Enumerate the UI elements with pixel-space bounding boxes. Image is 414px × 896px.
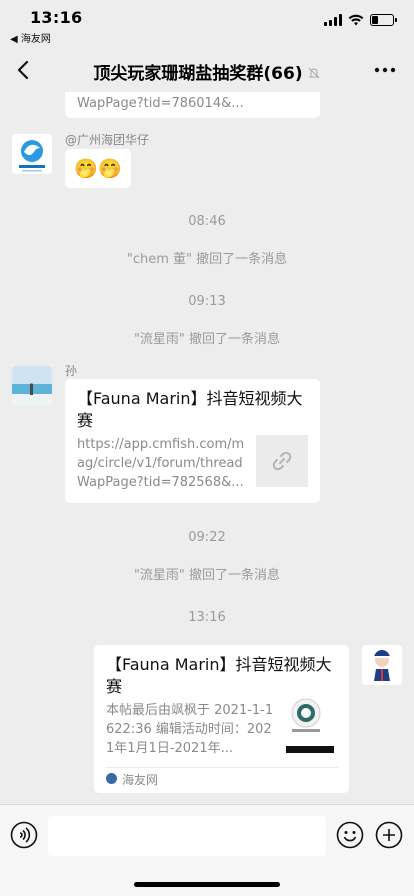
emoji-icon[interactable] <box>336 821 364 849</box>
status-bar: 13:16 ◀ 海友网 <box>0 0 414 45</box>
plus-icon[interactable] <box>375 821 403 849</box>
beach-photo-icon <box>12 366 52 406</box>
battery-level <box>372 16 378 24</box>
card-divider <box>106 767 338 768</box>
message-list[interactable]: WapPage?tid=786014&... @广州海团华仔 🤭🤭 08:46 … <box>0 92 414 804</box>
avatar[interactable] <box>12 134 52 174</box>
chat-header: 顶尖玩家珊瑚盐抽奖群(66) <box>0 48 414 92</box>
message-input[interactable] <box>48 816 326 856</box>
link-card-title: 【Fauna Marin】抖音短视频大赛 <box>106 655 332 696</box>
message-bubble[interactable]: 🤭🤭 <box>65 149 131 188</box>
timestamp: 08:46 <box>188 214 226 229</box>
link-card[interactable]: 【Fauna Marin】抖音短视频大赛 本帖最后由飒枫于 2021-1-162… <box>94 645 349 793</box>
link-card-url: https://app.cmfish.com/mag/circle/v1/for… <box>77 437 245 490</box>
wifi-icon <box>348 14 364 26</box>
qr-code-icon <box>286 698 334 753</box>
link-card-partial[interactable]: WapPage?tid=786014&... <box>65 92 320 118</box>
link-chain-icon <box>272 451 292 471</box>
voice-icon[interactable] <box>10 821 38 849</box>
recall-notice: "流星雨" 撤回了一条消息 <box>133 332 281 347</box>
dolphin-logo-icon <box>12 134 52 174</box>
sender-name: 孙 <box>65 364 78 378</box>
link-card-source: 海友网 <box>122 773 159 787</box>
battery-icon <box>370 14 397 26</box>
status-time: 13:16 <box>30 8 83 27</box>
status-icons <box>324 14 397 26</box>
avatar[interactable] <box>362 645 402 685</box>
link-card-title: 【Fauna Marin】抖音短视频大赛 <box>77 389 303 430</box>
link-card-url: WapPage?tid=786014&... <box>77 96 244 111</box>
link-card[interactable]: 【Fauna Marin】抖音短视频大赛 https://app.cmfish.… <box>65 379 320 503</box>
cellular-signal-icon <box>324 14 342 26</box>
recall-notice: "流星雨" 撤回了一条消息 <box>133 568 281 583</box>
link-card-desc: 本帖最后由飒枫于 2021-1-1622:36 编辑活动时间：2021年1月1日… <box>106 703 274 756</box>
avatar[interactable] <box>12 366 52 406</box>
more-dots-icon[interactable] <box>374 60 396 80</box>
emoji-text: 🤭🤭 <box>74 158 122 180</box>
timestamp: 09:22 <box>188 530 226 545</box>
chat-title: 顶尖玩家珊瑚盐抽奖群(66) <box>93 64 303 84</box>
timestamp: 13:16 <box>188 610 226 625</box>
home-indicator[interactable] <box>134 882 280 887</box>
source-logo-icon <box>106 773 117 784</box>
qr-thumb <box>282 695 338 755</box>
cartoon-avatar-icon <box>362 645 402 685</box>
recall-notice: "chem 董" 撤回了一条消息 <box>126 252 288 267</box>
timestamp: 09:13 <box>188 294 226 309</box>
back-to-app-link[interactable]: ◀ 海友网 <box>10 30 51 45</box>
sender-name: @广州海团华仔 <box>65 133 150 147</box>
chat-title-wrap[interactable]: 顶尖玩家珊瑚盐抽奖群(66) <box>0 59 414 84</box>
link-thumb <box>256 435 308 487</box>
mute-bell-icon <box>308 67 319 79</box>
